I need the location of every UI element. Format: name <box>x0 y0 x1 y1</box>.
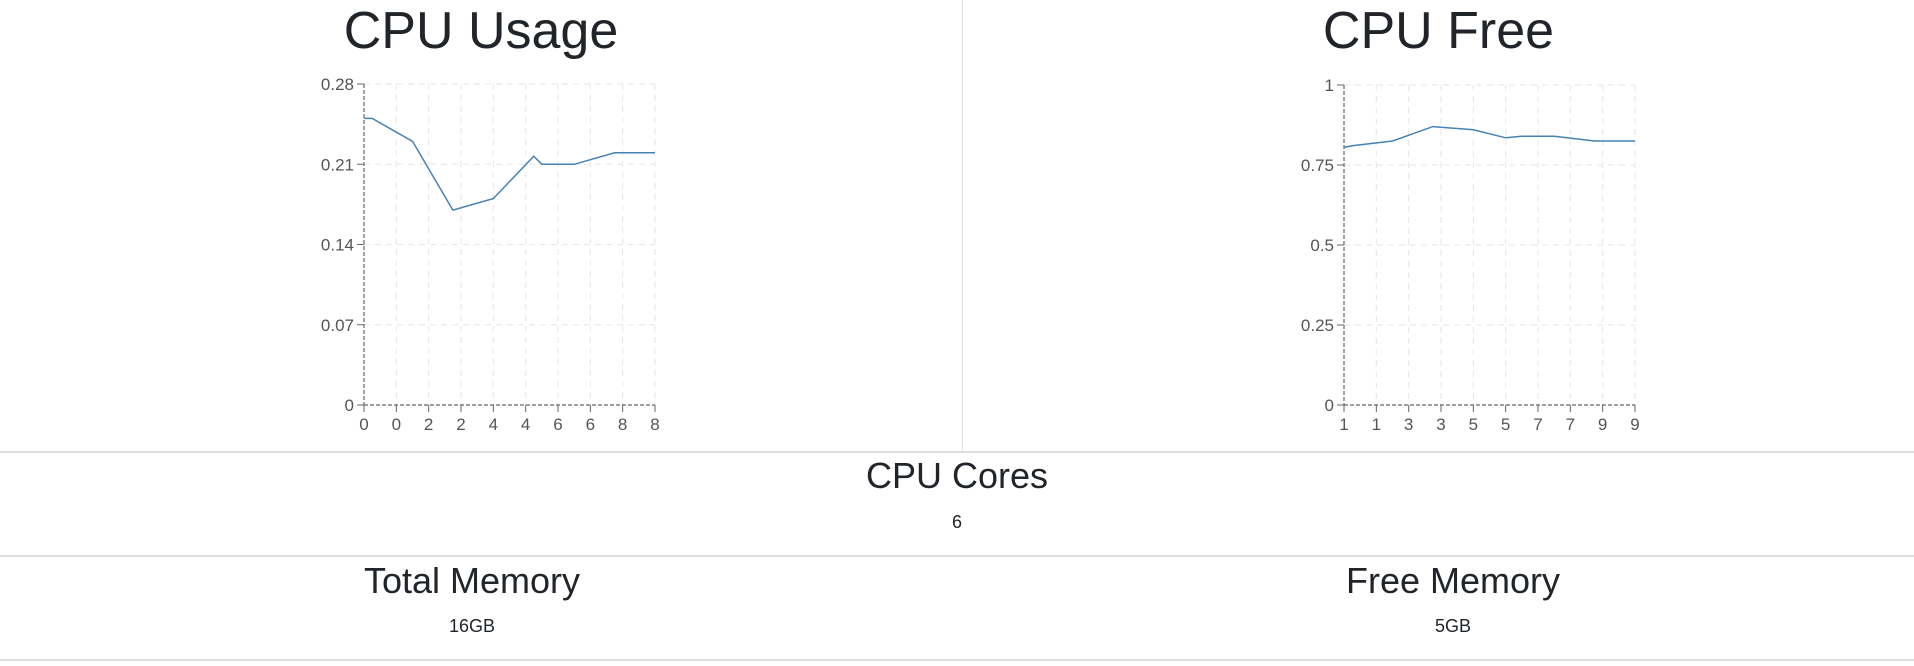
cpu-cores-title: CPU Cores <box>865 455 1049 496</box>
cpu-usage-x-tick-label: 6 <box>553 415 562 434</box>
cpu-usage-x-tick-label: 4 <box>489 415 498 434</box>
divider-top <box>0 451 1914 453</box>
cpu-free-y-tick-label: 0.75 <box>1301 156 1334 175</box>
cpu-usage-x-tick-label: 8 <box>650 415 659 434</box>
cpu-free-x-tick-label: 3 <box>1404 415 1413 434</box>
cpu-usage-x-tick-label: 2 <box>424 415 433 434</box>
cpu-free-x-tick-label: 3 <box>1436 415 1445 434</box>
cpu-usage-x-tick-label: 0 <box>359 415 368 434</box>
cpu-free-series-line <box>1343 125 1635 149</box>
free-memory-value: 5GB <box>1434 616 1472 636</box>
total-memory-value: 16GB <box>448 616 496 636</box>
free-memory-title: Free Memory <box>1345 560 1561 601</box>
cpu-usage-y-tick-label: 0.14 <box>321 236 354 255</box>
cpu-usage-y-tick-label: 0 <box>345 396 354 415</box>
cpu-free-chart: 0 0.25 0.5 0.75 1 1 1 3 3 5 5 7 7 9 9 <box>1301 76 1640 434</box>
cpu-usage-y-tick-label: 0.07 <box>321 316 354 335</box>
total-memory-title: Total Memory <box>363 560 581 601</box>
cpu-free-y-tick-label: 0.25 <box>1301 316 1334 335</box>
cpu-free-x-tick-label: 1 <box>1372 415 1381 434</box>
cpu-free-x-tick-label: 7 <box>1533 415 1542 434</box>
cpu-free-x-tick-label: 9 <box>1630 415 1639 434</box>
divider-bottom <box>0 659 1914 661</box>
cpu-usage-x-tick-label: 6 <box>586 415 595 434</box>
cpu-free-panel: CPU Free 0 0.25 0.5 0.75 1 1 1 3 3 5 5 7 7 9 9 <box>963 0 1914 451</box>
cpu-free-x-tick-label: 1 <box>1339 415 1348 434</box>
cpu-usage-panel: CPU Usage 0 0.07 0.14 0.21 0.28 0 0 2 2 4 4 6 6 8 8 <box>0 0 962 451</box>
cpu-cores-value: 6 <box>951 512 962 532</box>
cpu-usage-x-tick-label: 0 <box>392 415 401 434</box>
cpu-free-y-tick-label: 1 <box>1325 76 1334 95</box>
cpu-free-x-tick-label: 5 <box>1501 415 1510 434</box>
cpu-free-x-tick-label: 9 <box>1598 415 1607 434</box>
cpu-usage-y-tick-label: 0.28 <box>321 75 354 94</box>
cpu-free-y-tick-label: 0 <box>1325 396 1334 415</box>
cpu-free-x-tick-label: 7 <box>1566 415 1575 434</box>
cpu-usage-x-tick-label: 2 <box>456 415 465 434</box>
cpu-usage-x-tick-label: 4 <box>521 415 530 434</box>
cpu-free-x-tick-label: 5 <box>1469 415 1478 434</box>
divider-middle <box>0 555 1914 557</box>
cpu-usage-y-tick-label: 0.21 <box>321 155 354 174</box>
cpu-free-y-tick-label: 0.5 <box>1310 236 1334 255</box>
cpu-usage-chart: 00.070.140.210.280 0 2 2 4 4 6 6 8 8 <box>321 75 660 434</box>
cpu-usage-x-tick-label: 8 <box>618 415 627 434</box>
